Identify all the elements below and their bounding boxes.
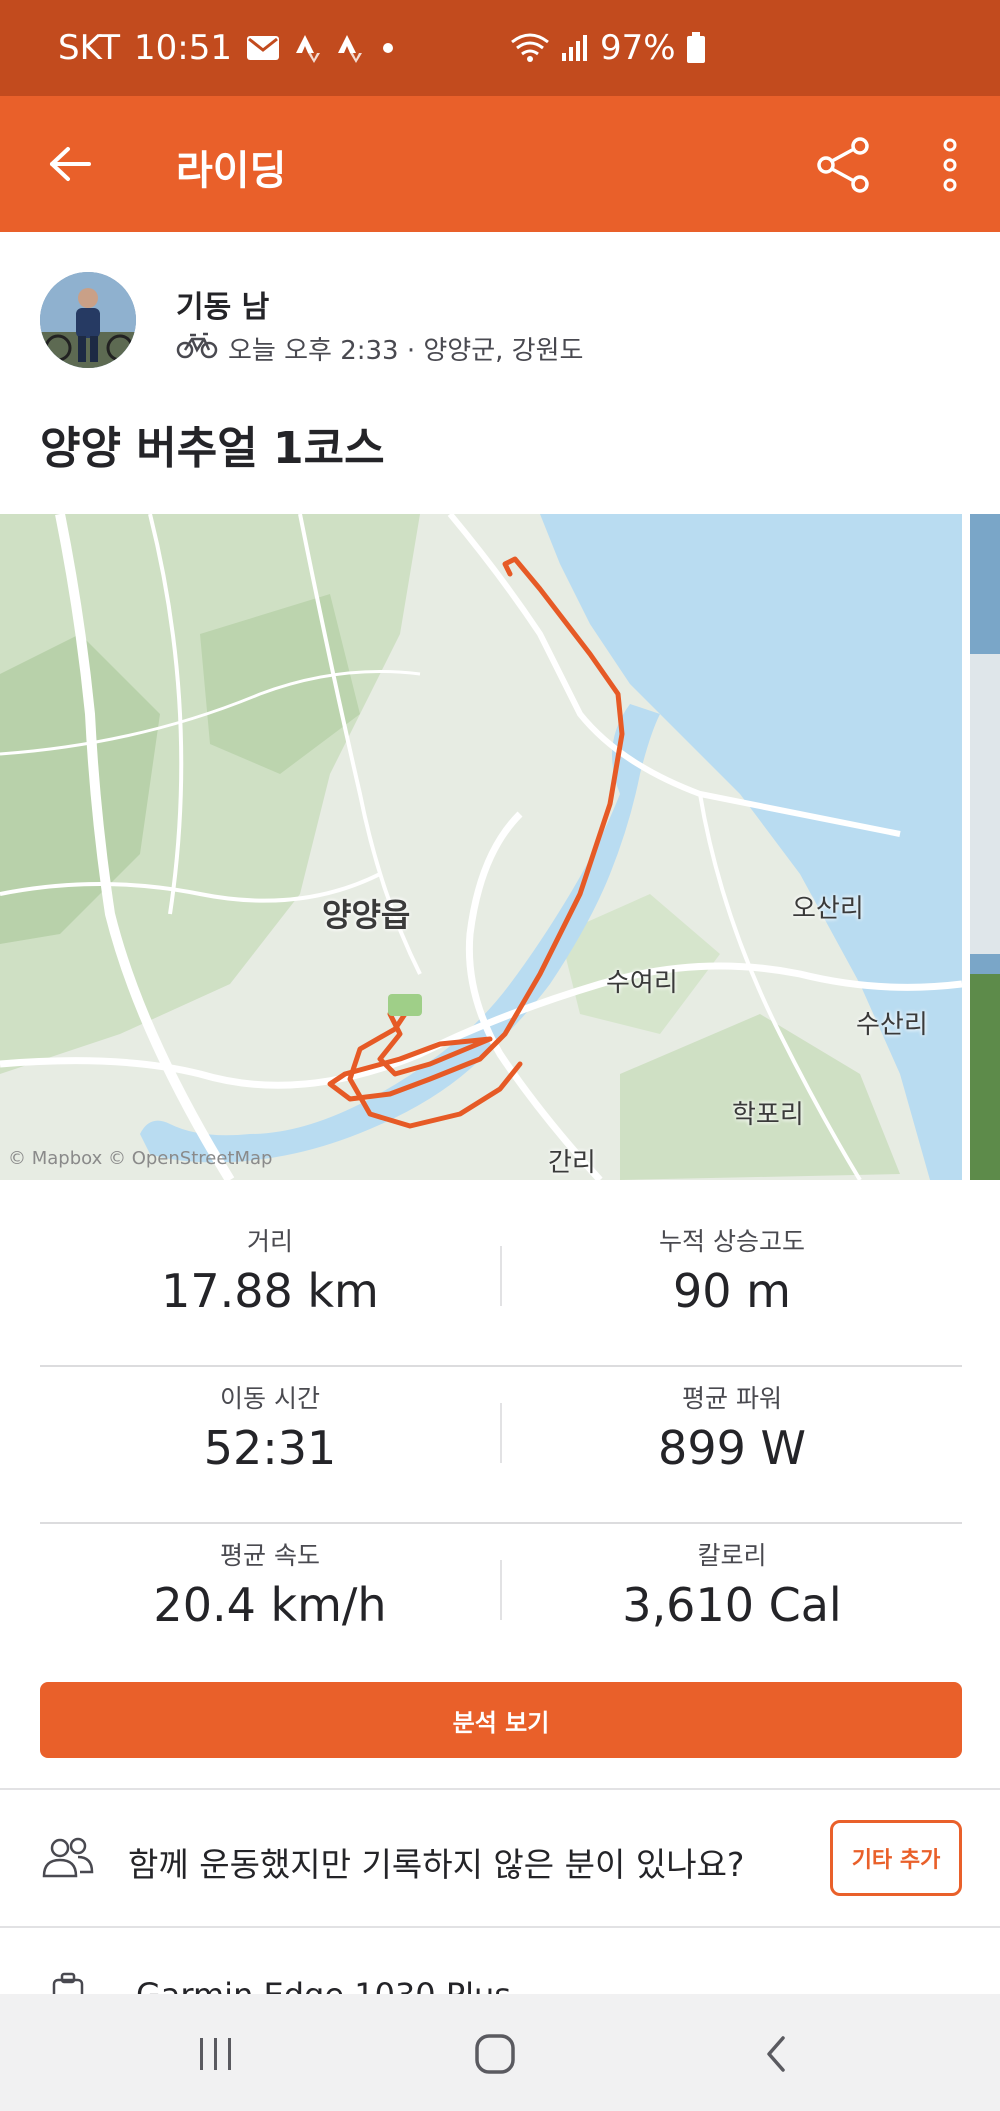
map-label-gan: 간리 [548, 1148, 596, 1178]
map-attribution[interactable]: © Mapbox © OpenStreetMap [8, 1148, 272, 1169]
stat-avg-speed: 평균 속도 20.4 km/h [40, 1536, 500, 1632]
chevron-left-icon [767, 2036, 785, 2072]
stat-value: 52:31 [203, 1421, 337, 1475]
home-icon [475, 2034, 515, 2074]
section-divider [0, 1926, 1000, 1928]
activity-title: 양양 버추얼 1코스 [40, 423, 385, 474]
route-map[interactable]: 양양읍 수여리 오산리 수산리 학포리 간리 © Mapbox © OpenSt… [0, 514, 962, 1180]
page-title: 라이딩 [176, 148, 287, 194]
stat-distance: 거리 17.88 km [40, 1222, 500, 1318]
stat-label: 이동 시간 [220, 1384, 320, 1413]
mail-icon [246, 35, 280, 61]
stat-label: 평균 속도 [220, 1541, 320, 1570]
avatar[interactable] [40, 272, 136, 368]
stat-label: 누적 상승고도 [659, 1227, 805, 1256]
athlete-name[interactable]: 기동 남 [176, 282, 269, 326]
share-button[interactable] [810, 132, 876, 198]
app-bar: 라이딩 [0, 96, 1000, 232]
stat-value: 90 m [673, 1264, 791, 1318]
system-nav-bar [0, 1994, 1000, 2111]
activity-meta: 오늘 오후 2:33 · 양양군, 강원도 [176, 330, 583, 367]
stat-label: 평균 파워 [682, 1384, 782, 1413]
stat-label: 칼로리 [697, 1541, 767, 1570]
map-label-suyeo: 수여리 [606, 968, 678, 998]
section-divider [0, 1788, 1000, 1790]
more-options-button[interactable] [930, 132, 970, 198]
add-others-button[interactable]: 기타 추가 [830, 1820, 962, 1896]
view-analysis-button[interactable]: 분석 보기 [40, 1682, 962, 1758]
map-label-town: 양양읍 [322, 896, 411, 934]
stat-value: 17.88 km [161, 1264, 379, 1318]
add-others-prompt: 함께 운동했지만 기록하지 않은 분이 있나요? [128, 1845, 745, 1884]
status-time: 10:51 [134, 28, 232, 68]
recent-apps-icon [200, 2038, 231, 2070]
more-vertical-icon [943, 138, 957, 192]
activity-date-location: 오늘 오후 2:33 · 양양군, 강원도 [228, 336, 584, 366]
recent-apps-button[interactable] [186, 2024, 246, 2084]
stats-row: 거리 17.88 km 누적 상승고도 90 m [40, 1210, 962, 1367]
notification-dot-icon [378, 38, 398, 58]
stats-row: 평균 속도 20.4 km/h 칼로리 3,610 Cal [40, 1524, 962, 1681]
stat-value: 899 W [658, 1421, 806, 1475]
stat-moving-time: 이동 시간 52:31 [40, 1379, 500, 1475]
share-icon [817, 137, 869, 193]
map-label-osan: 오산리 [792, 894, 864, 924]
activity-stats: 거리 17.88 km 누적 상승고도 90 m 이동 시간 52:31 평균 … [40, 1210, 962, 1681]
add-others-row: 함께 운동했지만 기록하지 않은 분이 있나요? 기타 추가 [0, 1792, 1000, 1928]
map-canvas [0, 514, 962, 1180]
athlete-header: 기동 남 오늘 오후 2:33 · 양양군, 강원도 [40, 272, 960, 372]
stat-calories: 칼로리 3,610 Cal [502, 1536, 962, 1632]
back-button[interactable] [40, 134, 100, 194]
stat-label: 거리 [246, 1227, 293, 1256]
activity-photo[interactable] [970, 514, 1000, 1180]
stat-elevation: 누적 상승고도 90 m [502, 1222, 962, 1318]
map-label-susan: 수산리 [856, 1010, 928, 1040]
status-bar: SKT 10:51 97% [0, 0, 1000, 96]
stat-value: 20.4 km/h [153, 1578, 387, 1632]
signal-icon [560, 33, 590, 63]
battery-percent: 97% [600, 28, 676, 68]
stat-value: 3,610 Cal [622, 1578, 842, 1632]
map-label-hakpo: 학포리 [732, 1100, 804, 1130]
home-button[interactable] [465, 2024, 525, 2084]
carrier-label: SKT [58, 28, 121, 68]
strava-icon [336, 33, 364, 63]
battery-icon [686, 32, 706, 64]
strava-icon [294, 33, 322, 63]
back-arrow-icon [50, 147, 91, 181]
system-back-button[interactable] [746, 2024, 806, 2084]
bike-icon [176, 331, 218, 366]
people-icon [40, 1836, 96, 1884]
stat-avg-power: 평균 파워 899 W [502, 1379, 962, 1475]
wifi-icon [510, 32, 550, 64]
stats-row: 이동 시간 52:31 평균 파워 899 W [40, 1367, 962, 1524]
